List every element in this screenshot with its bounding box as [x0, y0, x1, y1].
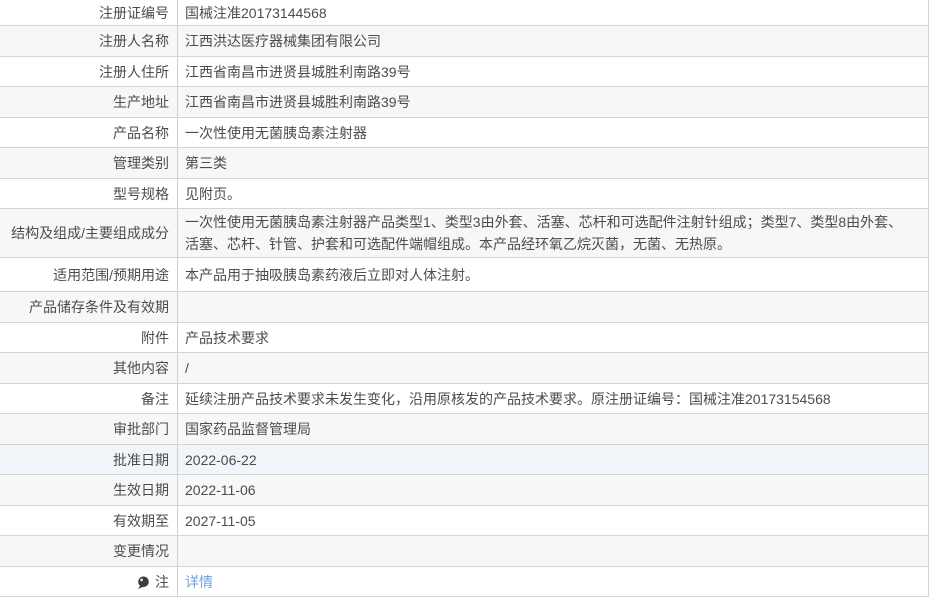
detail-link[interactable]: 详情	[185, 571, 213, 593]
row-label: 产品名称	[0, 118, 178, 147]
table-row: 备注 延续注册产品技术要求未发生变化，沿用原核发的产品技术要求。原注册证编号：国械…	[0, 384, 928, 414]
row-value: 2022-06-22	[185, 451, 257, 468]
row-value: 国家药品监督管理局	[185, 421, 311, 437]
table-row: 产品名称 一次性使用无菌胰岛素注射器	[0, 118, 928, 148]
row-label-text: 附件	[141, 329, 169, 346]
table-row: 注册人名称 江西洪达医疗器械集团有限公司	[0, 26, 928, 57]
table-row: 批准日期 2022-06-22	[0, 445, 928, 475]
row-value: 江西洪达医疗器械集团有限公司	[185, 33, 381, 49]
row-label-text: 注	[155, 573, 169, 590]
row-label-text: 生产地址	[113, 94, 169, 110]
row-label: 审批部门	[0, 414, 178, 444]
registration-table: 注册证编号 国械注准20173144568 注册人名称 江西洪达医疗器械集团有限公司注…	[0, 0, 929, 597]
table-row: 注册人住所 江西省南昌市进贤县城胜利南路39号	[0, 57, 928, 87]
row-value	[178, 292, 928, 322]
row-value: 第三类	[185, 155, 227, 171]
row-value: 产品技术要求	[185, 329, 269, 346]
row-label: 注册人名称	[0, 26, 178, 56]
table-row: 产品储存条件及有效期	[0, 292, 928, 323]
table-row: 型号规格 见附页。	[0, 179, 928, 209]
row-label: 管理类别	[0, 148, 178, 178]
row-value: 一次性使用无菌胰岛素注射器产品类型1、类型3由外套、活塞、芯杆和可选配件注射针组…	[185, 214, 903, 252]
table-row: 生效日期 2022-11-06	[0, 475, 928, 506]
table-row: 审批部门 国家药品监督管理局	[0, 414, 928, 445]
row-label: 变更情况	[0, 536, 178, 566]
table-row: 注详情	[0, 567, 928, 597]
table-row: 附件 产品技术要求	[0, 323, 928, 353]
row-label: 结构及组成/主要组成成分	[0, 209, 178, 257]
row-label-text: 管理类别	[113, 155, 169, 171]
row-label: 有效期至	[0, 506, 178, 535]
row-value: 2027-11-05	[185, 512, 256, 529]
row-label-text: 有效期至	[113, 512, 169, 529]
row-label-text: 产品名称	[113, 124, 169, 141]
row-value: 延续注册产品技术要求未发生变化，沿用原核发的产品技术要求。原注册证编号：国械注准…	[185, 390, 831, 407]
row-value: 江西省南昌市进贤县城胜利南路39号	[185, 63, 411, 80]
row-label-text: 批准日期	[113, 451, 169, 468]
row-label-text: 注册证编号	[99, 4, 169, 21]
row-value: 见附页。	[185, 185, 241, 202]
row-label-text: 结构及组成/主要组成成分	[11, 225, 169, 241]
row-label: 型号规格	[0, 179, 178, 208]
row-label-text: 产品储存条件及有效期	[29, 299, 169, 315]
row-label-text: 审批部门	[113, 421, 169, 437]
table-row: 其他内容 /	[0, 353, 928, 384]
row-value: 国械注准20173144568	[185, 4, 327, 21]
row-label: 生产地址	[0, 87, 178, 117]
row-label: 附件	[0, 323, 178, 352]
row-label: 批准日期	[0, 445, 178, 474]
row-label: 注册人住所	[0, 57, 178, 86]
row-value: 江西省南昌市进贤县城胜利南路39号	[185, 94, 411, 110]
row-value: 2022-11-06	[185, 482, 256, 498]
table-row: 适用范围/预期用途 本产品用于抽吸胰岛素药液后立即对人体注射。	[0, 258, 928, 292]
row-label: 生效日期	[0, 475, 178, 505]
row-value: 一次性使用无菌胰岛素注射器	[185, 124, 367, 141]
row-label: 注	[0, 567, 178, 596]
row-label-text: 适用范围/预期用途	[53, 266, 169, 283]
row-label-text: 型号规格	[113, 185, 169, 202]
row-value: 本产品用于抽吸胰岛素药液后立即对人体注射。	[185, 266, 479, 283]
row-label: 注册证编号	[0, 0, 178, 25]
row-label-text: 其他内容	[113, 360, 169, 376]
row-label: 备注	[0, 384, 178, 413]
row-value: 详情	[178, 567, 928, 596]
table-row: 结构及组成/主要组成成分 一次性使用无菌胰岛素注射器产品类型1、类型3由外套、活塞…	[0, 209, 928, 258]
note-balloon-icon	[137, 576, 150, 590]
table-row: 变更情况	[0, 536, 928, 567]
row-label-text: 生效日期	[113, 482, 169, 498]
row-label-text: 注册人名称	[99, 33, 169, 49]
table-row: 生产地址 江西省南昌市进贤县城胜利南路39号	[0, 87, 928, 118]
row-value	[178, 536, 928, 566]
table-row: 管理类别 第三类	[0, 148, 928, 179]
row-label: 产品储存条件及有效期	[0, 292, 178, 322]
row-label: 其他内容	[0, 353, 178, 383]
row-label: 适用范围/预期用途	[0, 258, 178, 291]
table-row: 注册证编号 国械注准20173144568	[0, 0, 928, 26]
row-value: /	[185, 360, 189, 376]
row-label-text: 注册人住所	[99, 63, 169, 80]
row-label-text: 变更情况	[113, 543, 169, 559]
table-row: 有效期至 2027-11-05	[0, 506, 928, 536]
row-label-text: 备注	[141, 390, 169, 407]
